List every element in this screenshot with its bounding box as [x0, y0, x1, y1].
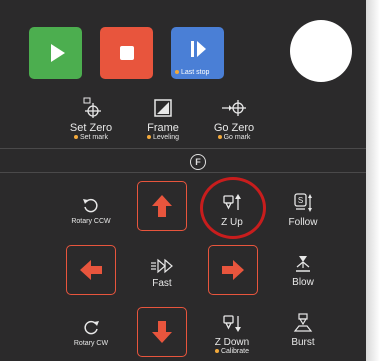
- rotate-ccw-icon: [83, 198, 98, 213]
- z-down-button[interactable]: Z Down Calibrate: [197, 313, 267, 356]
- fast-toggle[interactable]: Fast: [127, 258, 197, 289]
- blow-button[interactable]: Blow: [268, 255, 338, 288]
- frame-button[interactable]: Frame Leveling: [123, 97, 203, 142]
- control-panel: Last stop Set Zero Set mark Frame Leveli…: [0, 0, 366, 361]
- last-stop-label: Last stop: [171, 69, 224, 76]
- joystick-knob[interactable]: [290, 20, 352, 82]
- arrow-down-icon: [152, 321, 172, 343]
- resume-button[interactable]: Last stop: [171, 27, 224, 79]
- set-zero-button[interactable]: Set Zero Set mark: [51, 97, 131, 142]
- play-icon: [50, 44, 65, 62]
- resume-icon: [190, 41, 206, 57]
- burst-laser-icon: [293, 313, 313, 332]
- rotate-cw-icon: [84, 320, 99, 335]
- y-minus-button[interactable]: [137, 307, 187, 357]
- crosshair-target-icon: [83, 97, 101, 118]
- status-dot: [175, 70, 179, 75]
- divider: [0, 148, 366, 149]
- rotary-cw-button[interactable]: Rotary CW: [56, 318, 126, 348]
- fast-speed-icon: [151, 258, 173, 274]
- follow-icon: S: [294, 193, 312, 212]
- go-zero-button[interactable]: Go Zero Go mark: [194, 97, 274, 142]
- stop-icon: [119, 46, 134, 60]
- divider: [0, 172, 366, 173]
- rotary-ccw-button[interactable]: Rotary CCW: [56, 196, 126, 226]
- z-down-icon: [223, 315, 241, 332]
- highlight-ring: [200, 177, 266, 239]
- page-edge-shadow: [366, 0, 380, 361]
- air-assist-icon: [296, 256, 310, 272]
- x-plus-button[interactable]: [208, 245, 258, 295]
- arrow-right-icon: [222, 260, 244, 280]
- svg-text:S: S: [298, 196, 303, 205]
- frame-icon: [154, 99, 172, 117]
- x-minus-button[interactable]: [66, 245, 116, 295]
- start-button[interactable]: [29, 27, 82, 79]
- function-badge[interactable]: F: [190, 154, 206, 170]
- y-plus-button[interactable]: [137, 181, 187, 231]
- follow-button[interactable]: S Follow: [268, 193, 338, 228]
- arrow-left-icon: [80, 260, 102, 280]
- stop-button[interactable]: [100, 27, 153, 79]
- go-zero-icon: [222, 100, 246, 116]
- burst-button[interactable]: Burst: [268, 313, 338, 348]
- arrow-up-icon: [152, 195, 172, 217]
